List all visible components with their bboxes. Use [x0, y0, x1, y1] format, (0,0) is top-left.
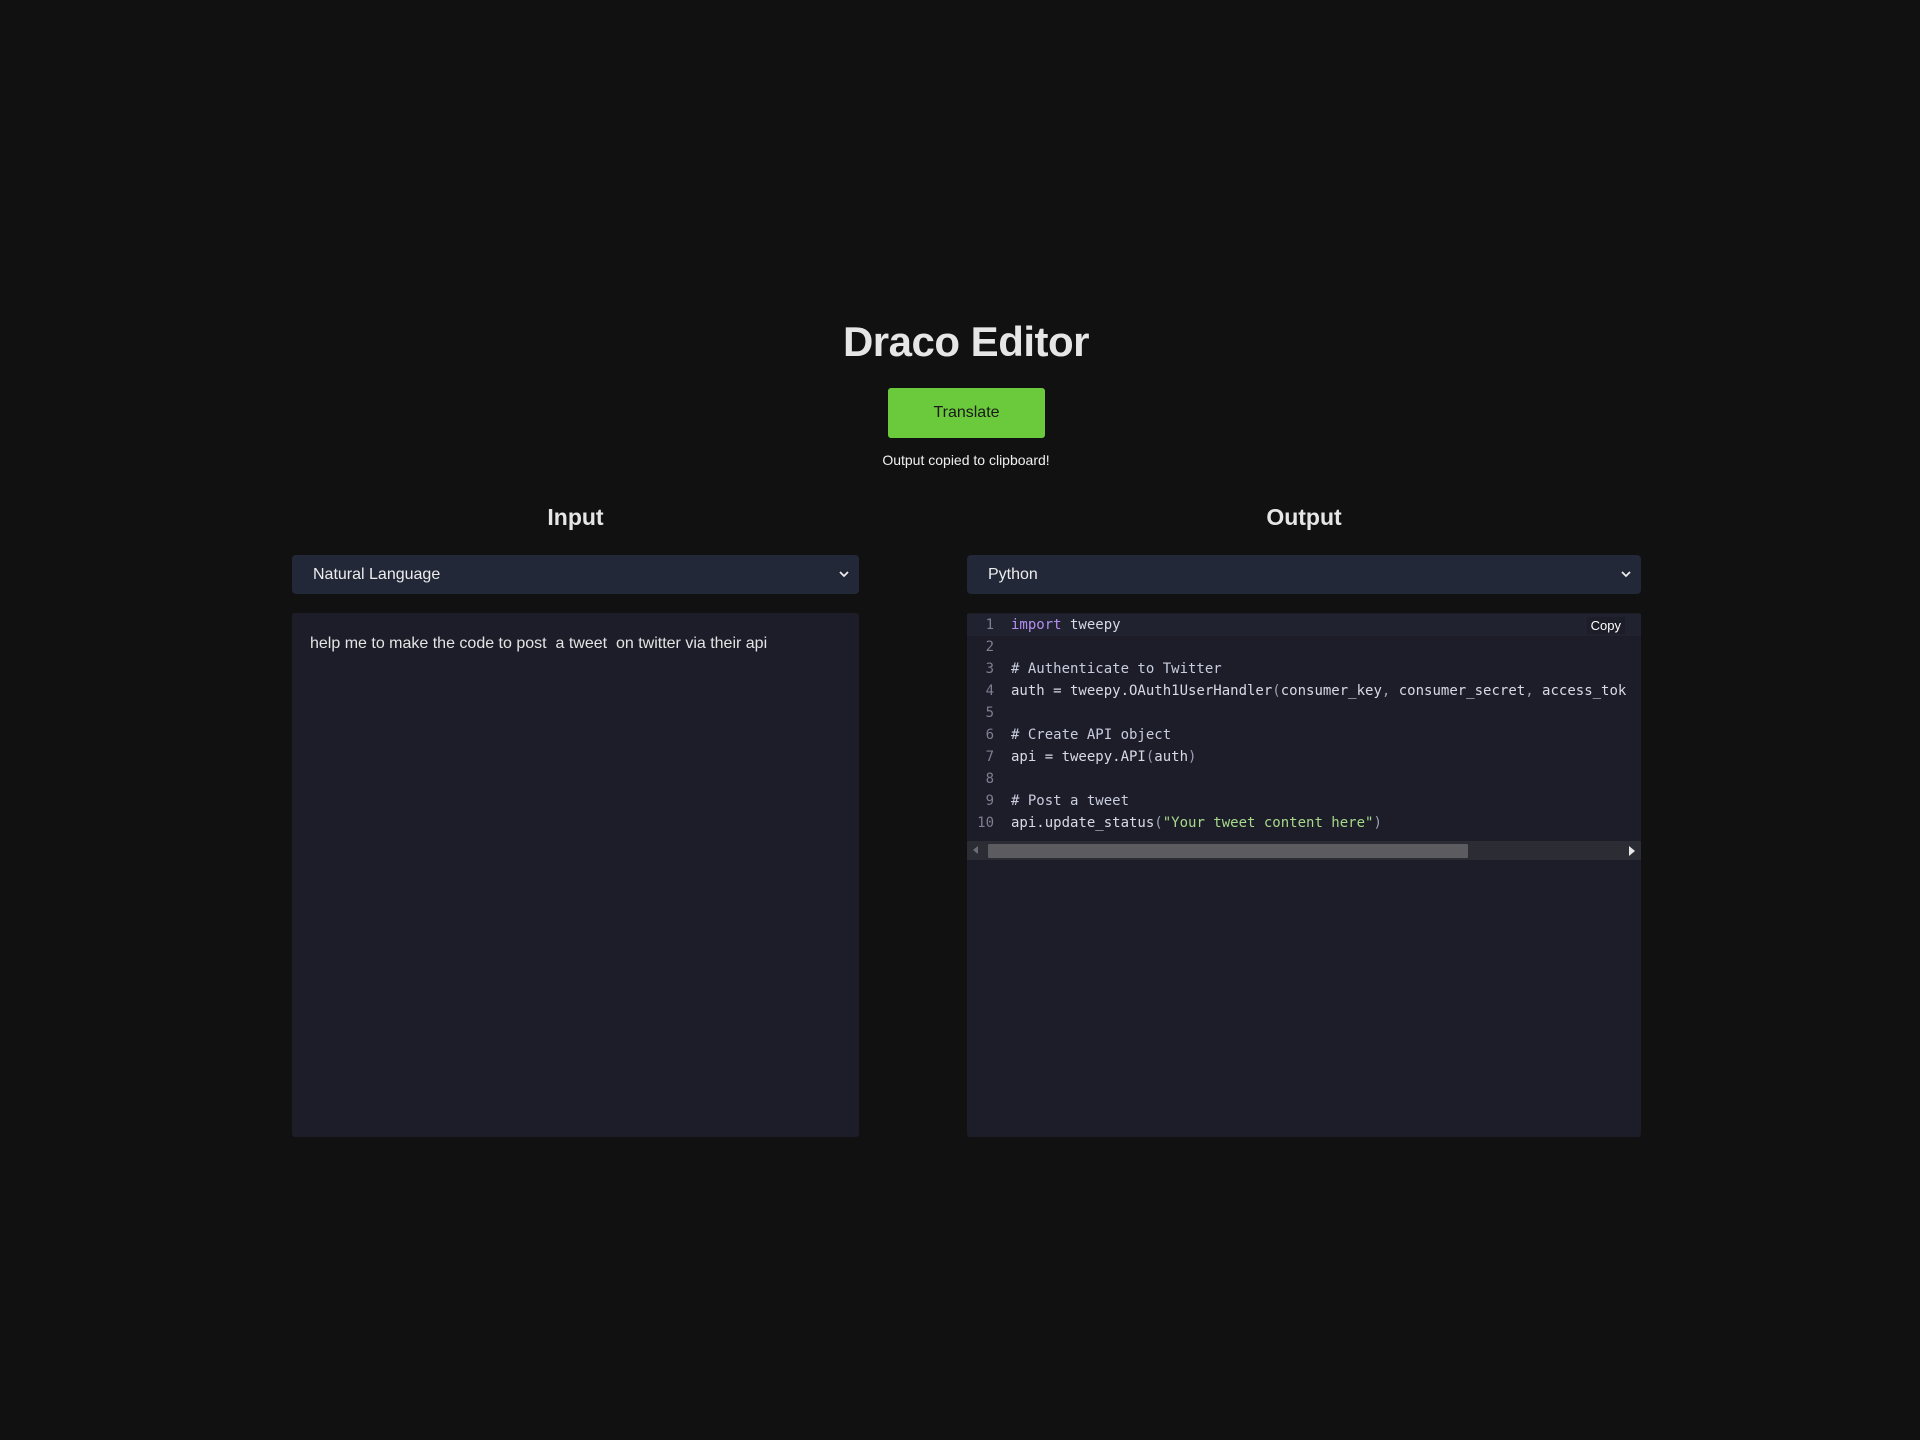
code-line[interactable]: 4 auth = tweepy.OAuth1UserHandler(consume… — [967, 680, 1641, 702]
code-token: tweepy — [1061, 617, 1121, 633]
output-language-selected: Python — [988, 566, 1038, 583]
chevron-down-icon — [839, 571, 849, 578]
code-line[interactable]: 9 # Post a tweet — [967, 790, 1641, 812]
code-token: consumer_secret — [1398, 683, 1526, 699]
line-number: 2 — [985, 639, 994, 655]
code-token: access_tok — [1542, 683, 1627, 699]
line-content: # Authenticate to Twitter — [1011, 658, 1222, 680]
code-token: ) — [1373, 815, 1382, 831]
code-token: ( — [1272, 683, 1281, 699]
scroll-right-icon[interactable] — [1629, 846, 1635, 856]
input-textarea[interactable]: help me to make the code to post a tweet… — [292, 613, 859, 1137]
code-line[interactable]: 5 — [967, 702, 1641, 724]
line-content: import tweepy — [1011, 614, 1121, 636]
code-token: ( — [1154, 815, 1163, 831]
line-content: api.update_status("Your tweet content he… — [1011, 812, 1382, 834]
chevron-down-icon — [1621, 571, 1631, 578]
output-language-select[interactable]: Python — [967, 555, 1641, 594]
line-number: 1 — [985, 617, 994, 633]
code-token: api = tweepy.API — [1011, 749, 1146, 765]
code-token: consumer_key — [1280, 683, 1382, 699]
code-line[interactable]: 8 — [967, 768, 1641, 790]
code-line[interactable]: 10 api.update_status("Your tweet content … — [967, 812, 1641, 834]
code-line[interactable]: 2 — [967, 636, 1641, 658]
code-token: # Post a tweet — [1011, 793, 1130, 809]
code-token: import — [1011, 617, 1062, 633]
input-language-selected: Natural Language — [313, 566, 441, 583]
page: Draco Editor Translate Output copied to … — [0, 0, 1920, 1440]
translate-button[interactable]: Translate — [888, 388, 1045, 438]
line-content: # Create API object — [1011, 724, 1171, 746]
input-language-select[interactable]: Natural Language — [292, 555, 859, 594]
status-message: Output copied to clipboard! — [882, 452, 1050, 468]
code-line[interactable]: 7 api = tweepy.API(auth) — [967, 746, 1641, 768]
line-number: 3 — [985, 661, 994, 677]
code-line[interactable]: 6 # Create API object — [967, 724, 1641, 746]
line-content: auth = tweepy.OAuth1UserHandler(consumer… — [1011, 680, 1626, 702]
code-token: , — [1381, 683, 1399, 699]
line-number: 7 — [985, 749, 994, 765]
scroll-left-icon[interactable] — [973, 846, 978, 854]
code-token: api.update_status — [1011, 815, 1155, 831]
scrollbar-thumb[interactable] — [988, 844, 1468, 858]
line-number: 5 — [985, 705, 994, 721]
input-text: help me to make the code to post a tweet… — [310, 635, 768, 652]
line-content: # Post a tweet — [1011, 790, 1129, 812]
page-title: Draco Editor — [842, 318, 1090, 365]
code-area[interactable]: 1 import tweepy 2 3 # Authenticate to Twitte… — [967, 613, 1641, 862]
line-content: api = tweepy.API(auth) — [1011, 746, 1196, 768]
line-number: 4 — [985, 683, 994, 699]
code-token: , — [1525, 683, 1543, 699]
line-number: 10 — [977, 815, 994, 831]
horizontal-scrollbar[interactable] — [967, 841, 1641, 860]
code-token: ) — [1188, 749, 1197, 765]
code-token: "Your tweet content here" — [1162, 815, 1374, 831]
line-number: 9 — [985, 793, 994, 809]
code-token: # Authenticate to Twitter — [1011, 661, 1222, 677]
copy-button[interactable]: Copy — [1586, 617, 1625, 634]
input-heading: Input — [547, 504, 604, 530]
code-token: auth — [1154, 749, 1189, 765]
output-heading: Output — [1266, 504, 1342, 530]
code-line[interactable]: 3 # Authenticate to Twitter — [967, 658, 1641, 680]
output-code-editor[interactable]: 1 import tweepy 2 3 # Authenticate to Twitte… — [967, 613, 1641, 1137]
line-number: 6 — [985, 727, 994, 743]
code-token: auth = tweepy.OAuth1UserHandler — [1011, 683, 1273, 699]
code-line[interactable]: 1 import tweepy — [967, 614, 1641, 636]
code-token: # Create API object — [1011, 727, 1172, 743]
line-number: 8 — [985, 771, 994, 787]
